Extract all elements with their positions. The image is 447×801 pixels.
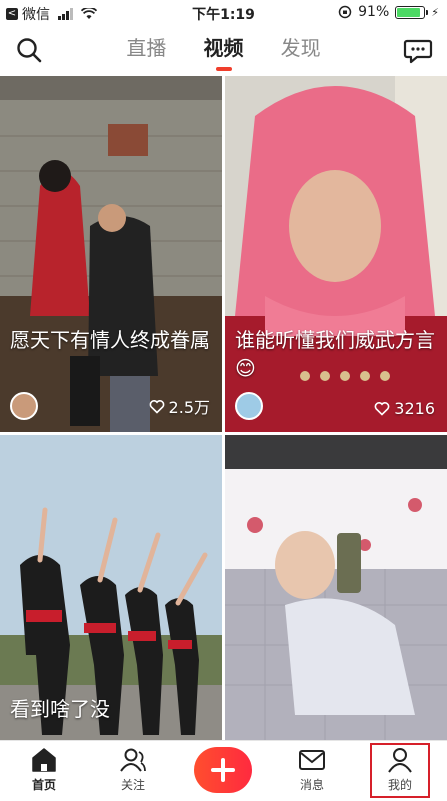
video-thumbnail <box>225 435 447 740</box>
follow-icon <box>120 748 146 772</box>
nav-profile-label: 我的 <box>387 778 412 792</box>
video-feed: 愿天下有情人终成眷属 2.5万 谁能听懂我们威武方言😊 3216 看到啥了没 <box>0 76 447 740</box>
video-card[interactable]: 看到啥了没 <box>0 435 222 740</box>
tab-video[interactable]: 视频 <box>204 32 244 71</box>
heart-icon <box>374 402 390 416</box>
video-caption: 谁能听懂我们威武方言😊 <box>235 328 435 380</box>
tab-bar: 直播 视频 发现 <box>0 32 447 71</box>
nav-messages[interactable]: 消息 <box>277 741 347 801</box>
like-count-value: 2.5万 <box>168 398 210 417</box>
bottom-nav: 首页 关注 消息 我的 <box>0 740 447 800</box>
top-nav: 直播 视频 发现 <box>0 26 447 76</box>
nav-home-label: 首页 <box>31 778 56 792</box>
like-count: 3216 <box>374 399 435 418</box>
battery-icon <box>395 5 429 19</box>
message-icon <box>299 750 325 770</box>
battery-percent: 91% <box>358 4 390 20</box>
video-card[interactable]: 愿天下有情人终成眷属 2.5万 <box>0 76 222 432</box>
nav-follow[interactable]: 关注 <box>98 741 168 801</box>
like-count: 2.5万 <box>149 394 210 418</box>
heart-icon <box>149 399 164 414</box>
status-bar: < 微信 下午1:19 91% ⚡ <box>0 0 447 26</box>
tab-live[interactable]: 直播 <box>126 32 166 71</box>
charging-icon: ⚡ <box>431 5 439 19</box>
tab-discover[interactable]: 发现 <box>281 32 321 71</box>
home-icon <box>32 748 56 772</box>
video-caption: 看到啥了没 <box>10 697 110 721</box>
status-right: 91% ⚡ <box>338 4 439 20</box>
profile-icon <box>388 748 412 773</box>
nav-profile[interactable]: 我的 <box>365 741 435 801</box>
video-card[interactable] <box>225 435 447 740</box>
chat-icon[interactable] <box>403 35 433 65</box>
battery-fill <box>397 7 421 17</box>
avatar[interactable] <box>10 392 38 420</box>
orientation-lock-icon <box>338 5 352 19</box>
plus-icon[interactable] <box>194 747 252 793</box>
like-count-value: 3216 <box>394 399 435 418</box>
video-card[interactable]: 谁能听懂我们威武方言😊 3216 <box>225 76 447 432</box>
nav-follow-label: 关注 <box>120 778 145 792</box>
nav-messages-label: 消息 <box>299 778 324 792</box>
video-thumbnail <box>0 76 222 432</box>
avatar[interactable] <box>235 392 263 420</box>
video-caption: 愿天下有情人终成眷属 <box>10 328 210 352</box>
nav-home[interactable]: 首页 <box>9 741 79 801</box>
